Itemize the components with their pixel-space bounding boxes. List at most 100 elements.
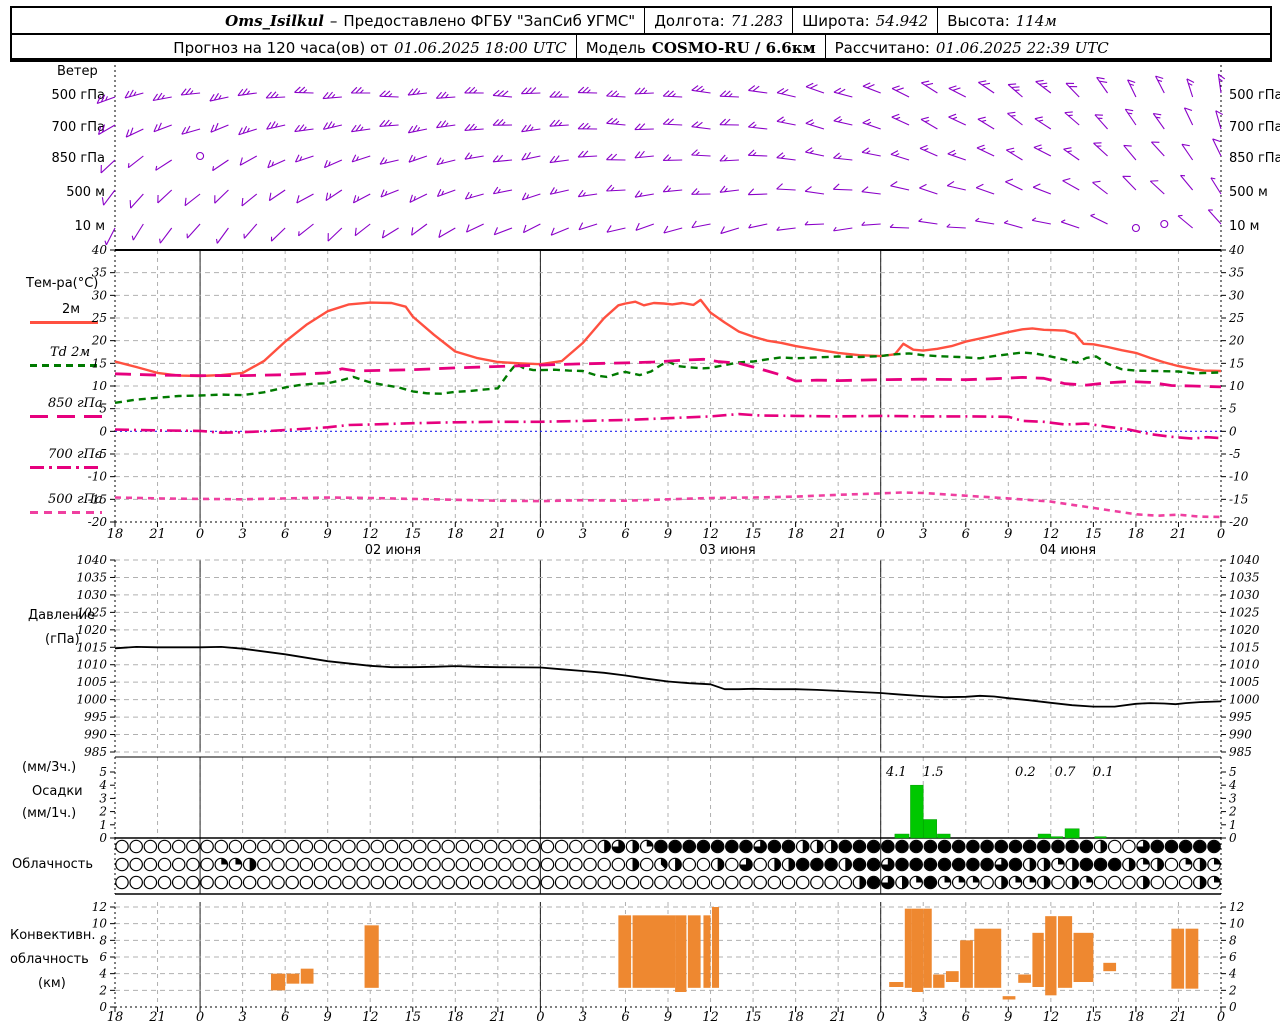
wind-barb xyxy=(833,91,853,98)
wind-barb xyxy=(919,147,938,157)
wind-barb-feather xyxy=(810,84,818,89)
wind-barb xyxy=(1096,77,1109,94)
cloud-symbol xyxy=(583,857,597,872)
wind-barb-feather xyxy=(862,118,871,124)
wind-barb xyxy=(1061,221,1080,229)
hour-label-bottom: 15 xyxy=(745,1010,762,1024)
cloud-fill xyxy=(952,858,965,871)
cloud-fill xyxy=(221,858,228,865)
pressure-tick-label-right: 1005 xyxy=(1229,675,1260,689)
wind-barb-feather xyxy=(978,80,987,83)
conv-tick-label-right: 0 xyxy=(1229,1000,1237,1014)
hour-label: 0 xyxy=(196,527,204,542)
hour-label: 15 xyxy=(1085,527,1102,542)
wind-barb xyxy=(103,189,116,206)
pressure-tick-label-right: 1010 xyxy=(1229,658,1260,672)
cloud-fill xyxy=(967,840,979,853)
wind-barb xyxy=(833,120,853,126)
conv-tick-label-right: 8 xyxy=(1229,933,1237,947)
cloud-fill xyxy=(1143,876,1150,889)
cloud-symbol xyxy=(1093,875,1108,890)
wind-barb-feather xyxy=(920,116,929,120)
cloud-symbol xyxy=(398,839,413,854)
wind-barb xyxy=(1090,215,1108,225)
wind-barb xyxy=(776,188,796,191)
wind-calm-circle xyxy=(1160,219,1169,229)
convective-bar xyxy=(1185,928,1199,989)
wind-barb-half-feather xyxy=(975,217,980,222)
cloud-symbol xyxy=(696,875,711,890)
cloud-fill xyxy=(1080,858,1093,871)
wind-barb-feather xyxy=(838,88,846,94)
wind-level-label-right: 10 м xyxy=(1229,219,1259,234)
cloud-fill xyxy=(882,840,894,853)
cloud-symbol xyxy=(569,857,583,872)
cloud-symbol xyxy=(781,875,796,890)
wind-barb-feather xyxy=(776,183,783,190)
cloud-fill xyxy=(1199,858,1207,871)
cloud-fill xyxy=(1009,840,1022,853)
precip-tick-label-left: 4 xyxy=(98,778,107,792)
wind-barb xyxy=(948,116,967,126)
convective-bar xyxy=(1057,916,1073,988)
precip-value-label: 0.2 xyxy=(1015,765,1036,780)
wind-level-label-left: 10 м xyxy=(75,219,105,234)
cloud-symbol xyxy=(753,857,767,872)
cloud-symbol xyxy=(455,857,470,872)
wind-barb xyxy=(130,193,144,209)
cloud-symbol xyxy=(1107,839,1122,854)
hour-label-bottom: 21 xyxy=(148,1010,166,1024)
cloud-fill xyxy=(740,840,752,853)
wind-barb-feather xyxy=(805,82,814,88)
temp-tick-label-left: 30 xyxy=(92,288,108,302)
temp-tick-label-right: -5 xyxy=(1229,447,1241,461)
convective-bar xyxy=(703,915,711,988)
temp-curve-500-гПа xyxy=(114,491,1222,519)
cloud-fill xyxy=(938,840,951,853)
wind-level-label-right: 500 гПа xyxy=(1229,88,1280,103)
wind-barb xyxy=(833,188,853,191)
cloud-fill xyxy=(896,858,908,871)
precip-tick-label-right: 3 xyxy=(1229,791,1237,805)
wind-barb xyxy=(327,227,343,242)
hour-label: 0 xyxy=(877,527,885,542)
cloud-fill xyxy=(944,876,951,883)
wind-barb xyxy=(748,193,768,196)
cloud-symbol xyxy=(384,839,399,854)
cloud-symbol xyxy=(710,875,725,890)
cloud-symbol xyxy=(725,875,739,890)
cloud-symbol xyxy=(512,875,526,890)
cloud-fill xyxy=(1100,840,1107,853)
hour-label-bottom: 21 xyxy=(489,1010,507,1024)
hour-label-bottom: 3 xyxy=(238,1010,246,1024)
convective-bar xyxy=(1073,932,1094,983)
pressure-tick-label-left: 1005 xyxy=(76,675,107,689)
wind-barb-feather xyxy=(833,87,842,93)
wind-barb xyxy=(804,223,824,226)
cloud-symbol xyxy=(299,875,314,890)
wind-barb xyxy=(438,227,456,238)
meteogram-page: Oms_Isilkul – Предоставлено ФГБУ "ЗапСиб… xyxy=(0,0,1280,1024)
conv-tick-label-right: 6 xyxy=(1229,950,1237,964)
convective-bar xyxy=(933,974,945,988)
wind-barb xyxy=(1122,175,1137,191)
cloud-symbol xyxy=(143,857,158,872)
wind-barb xyxy=(271,227,286,242)
cloud-symbol xyxy=(413,839,427,854)
wind-barb-half-feather xyxy=(809,122,815,126)
temp-tick-label-left: 25 xyxy=(91,311,107,325)
wind-barb-half-feather xyxy=(1155,116,1161,119)
cloud-symbol xyxy=(696,857,711,872)
cloud-symbol xyxy=(483,875,498,890)
wind-barb xyxy=(890,153,910,161)
cloud-symbol xyxy=(299,857,314,872)
cloud-fill xyxy=(938,858,951,871)
wind-barb xyxy=(719,159,739,162)
wind-barb xyxy=(241,193,258,207)
wind-barb xyxy=(634,128,654,131)
pressure-tick-label-right: 1020 xyxy=(1229,623,1260,637)
cloud-fill xyxy=(1001,876,1008,889)
wind-barb xyxy=(493,159,513,163)
cloud-symbol xyxy=(327,875,342,890)
cloud-symbol xyxy=(1164,857,1179,872)
